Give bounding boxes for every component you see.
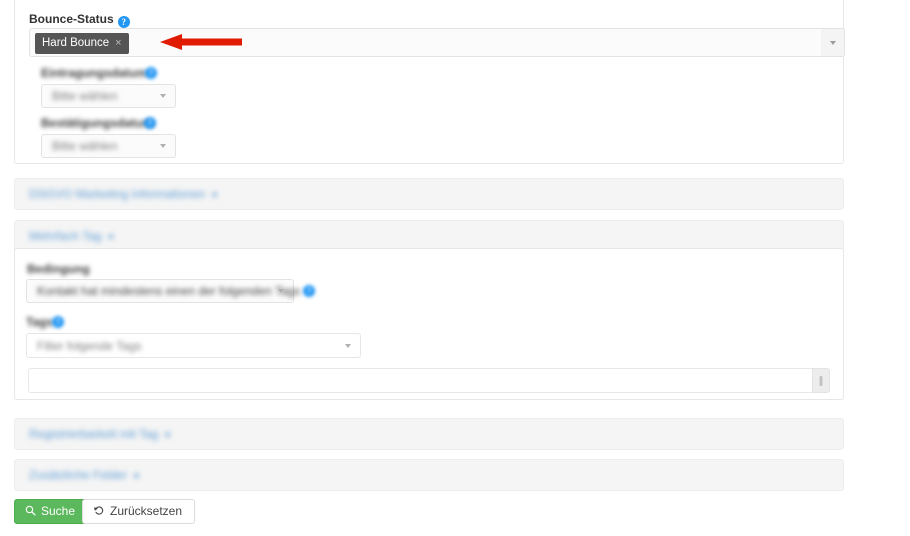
entry-date-label: Eintragungsdatum xyxy=(41,66,147,80)
undo-icon xyxy=(93,506,104,515)
section-registrierbarkeit-tag-title: Registrierbarkeit mit Tag ▼ xyxy=(29,427,172,441)
red-arrow-left-icon xyxy=(160,34,242,50)
handle-icon xyxy=(819,375,823,386)
chevron-down-icon: ▼ xyxy=(163,430,173,440)
bounce-status-panel: Bounce-Status? Hard Bounce × Eintragungsd… xyxy=(14,0,845,164)
entry-date-help-icon[interactable]: ? xyxy=(145,67,157,79)
confirm-date-placeholder: Bitte wählen xyxy=(52,139,118,153)
confirm-date-help-icon[interactable]: ? xyxy=(144,117,156,129)
search-icon xyxy=(25,505,36,516)
confirm-date-label: Bestätigungsdatum xyxy=(41,116,153,130)
chevron-down-icon xyxy=(160,144,166,148)
bounce-status-multiselect[interactable]: Hard Bounce × xyxy=(29,28,831,57)
chevron-down-icon xyxy=(160,94,166,98)
condition-help-icon[interactable]: ? xyxy=(303,285,315,297)
section-mehrfach-tag-title: Mehrfach Tag ▼ xyxy=(29,229,115,243)
search-filter-page: Bounce-Status? Hard Bounce × Eintragungsd… xyxy=(0,0,910,536)
chevron-down-icon xyxy=(830,40,836,45)
section-zusaetzliche-felder[interactable]: Zusätzliche Felder ▼ xyxy=(14,459,844,491)
tags-select[interactable]: Filter folgende Tags xyxy=(26,333,361,358)
chip-remove-icon[interactable]: × xyxy=(115,37,121,49)
condition-label-text: Bedingung xyxy=(27,262,90,276)
tags-label: Tags xyxy=(26,315,53,329)
chevron-down-icon xyxy=(278,289,284,293)
reset-button[interactable]: Zurücksetzen xyxy=(82,499,196,524)
chip-label: Hard Bounce xyxy=(42,37,110,49)
entry-date-select[interactable]: Bitte wählen xyxy=(41,84,176,108)
entry-date-label-text: Eintragungsdatum xyxy=(41,66,148,80)
condition-select[interactable]: Kontakt hat mindestens einen der folgend… xyxy=(26,279,300,303)
bounce-status-label: Bounce-Status? xyxy=(29,12,130,28)
section-zusaetzliche-felder-title: Zusätzliche Felder ▼ xyxy=(29,468,141,482)
condition-label: Bedingung xyxy=(27,262,90,276)
section-registrierbarkeit-tag[interactable]: Registrierbarkeit mit Tag ▼ xyxy=(14,418,844,450)
search-button[interactable]: Suche xyxy=(14,499,89,524)
search-button-label: Suche xyxy=(41,504,76,518)
chevron-down-icon: ▼ xyxy=(132,471,141,481)
bounce-status-label-text: Bounce-Status xyxy=(29,12,114,26)
confirm-date-select[interactable]: Bitte wählen xyxy=(41,134,176,158)
entry-date-placeholder: Bitte wählen xyxy=(52,89,118,103)
section-dsgvo-marketing-title: DSGVO Marketing Informationen ▼ xyxy=(29,187,219,201)
section-title-text: Zusätzliche Felder xyxy=(29,468,128,482)
tags-placeholder: Filter folgende Tags xyxy=(37,338,142,353)
section-title-text: Mehrfach Tag xyxy=(29,229,102,243)
chip-hard-bounce[interactable]: Hard Bounce × xyxy=(35,33,129,54)
section-dsgvo-marketing[interactable]: DSGVO Marketing Informationen ▼ xyxy=(14,178,844,210)
chevron-down-icon: ▼ xyxy=(106,232,116,242)
chevron-down-icon xyxy=(345,343,351,348)
tag-extra-input[interactable] xyxy=(28,368,816,393)
reset-button-label: Zurücksetzen xyxy=(110,504,183,518)
tag-extra-input-button[interactable] xyxy=(812,368,830,393)
chevron-down-icon: ▼ xyxy=(210,190,219,200)
condition-value: Kontakt hat mindestens einen der folgend… xyxy=(37,284,301,298)
section-title-text: DSGVO Marketing Informationen xyxy=(29,187,206,201)
tags-label-text: Tags xyxy=(26,315,54,329)
tags-help-icon[interactable]: ? xyxy=(52,316,64,328)
help-circle-icon[interactable]: ? xyxy=(117,16,130,28)
bounce-status-dropdown-button[interactable] xyxy=(821,28,845,57)
section-title-text: Registrierbarkeit mit Tag xyxy=(29,427,159,441)
confirm-date-label-text: Bestätigungsdatum xyxy=(41,116,154,130)
